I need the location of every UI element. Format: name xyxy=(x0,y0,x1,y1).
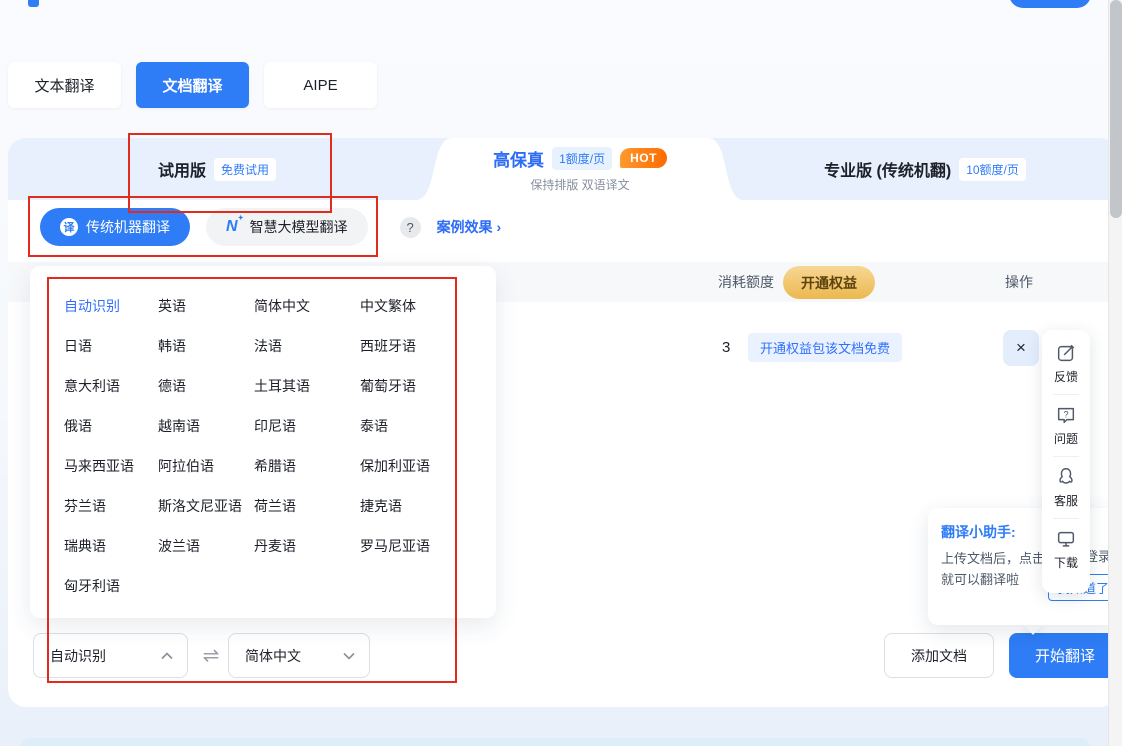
benefit-note-badge[interactable]: 开通权益包该文档免费 xyxy=(748,333,902,362)
language-option[interactable]: 俄语 xyxy=(64,416,158,436)
remove-doc-button[interactable]: × xyxy=(1003,330,1039,366)
language-option[interactable]: 印尼语 xyxy=(254,416,360,436)
language-option[interactable]: 阿拉伯语 xyxy=(158,456,254,476)
language-option[interactable]: 葡萄牙语 xyxy=(360,376,496,396)
ai-model-mt-label: 智慧大模型翻译 xyxy=(250,217,348,237)
toolbar-divider xyxy=(1053,518,1079,519)
page-scrollbar[interactable] xyxy=(1108,0,1122,746)
tooltip-title: 翻译小助手: xyxy=(941,522,1118,542)
doc-credits-value: 3 xyxy=(722,339,730,356)
language-option[interactable]: 英语 xyxy=(158,296,254,316)
next-section-strip xyxy=(20,738,1090,746)
feedback-label: 反馈 xyxy=(1054,368,1078,385)
help-icon[interactable]: ? xyxy=(400,217,421,238)
traditional-mt-label: 传统机器翻译 xyxy=(86,217,170,237)
customer-service-icon xyxy=(1055,466,1077,488)
feedback-button[interactable]: 反馈 xyxy=(1054,342,1078,385)
language-option[interactable]: 瑞典语 xyxy=(64,536,158,556)
plan-tab-trial[interactable]: 试用版 免费试用 xyxy=(8,138,426,200)
consume-quota-header: 消耗额度 xyxy=(718,272,774,292)
language-option[interactable]: 罗马尼亚语 xyxy=(360,536,496,556)
floating-toolbar: 反馈 ? 问题 客服 下载 xyxy=(1042,330,1090,593)
traditional-mt-button[interactable]: 译 传统机器翻译 xyxy=(40,208,190,246)
download-client-icon xyxy=(1055,528,1077,550)
customer-service-label: 客服 xyxy=(1054,492,1078,509)
language-option[interactable]: 简体中文 xyxy=(254,296,360,316)
language-option[interactable]: 希腊语 xyxy=(254,456,360,476)
toolbar-divider xyxy=(1053,456,1079,457)
language-option[interactable]: 法语 xyxy=(254,336,360,356)
swap-languages-icon[interactable]: ⇌ xyxy=(197,633,225,678)
trial-title: 试用版 xyxy=(158,157,206,181)
language-option[interactable]: 意大利语 xyxy=(64,376,158,396)
question-bubble-icon: ? xyxy=(1055,404,1077,426)
chevron-down-icon xyxy=(343,652,355,660)
ai-model-mt-button[interactable]: N 智慧大模型翻译 xyxy=(206,208,368,246)
trial-free-badge: 免费试用 xyxy=(214,158,276,181)
hifi-price-badge: 1额度/页 xyxy=(552,147,612,170)
language-option[interactable]: 中文繁体 xyxy=(360,296,496,316)
topright-button-fragment[interactable] xyxy=(1009,0,1091,8)
language-option[interactable]: 土耳其语 xyxy=(254,376,360,396)
language-option[interactable]: 日语 xyxy=(64,336,158,356)
app-screen: 文本翻译 文档翻译 AIPE 试用版 免费试用 高保真 1额度/页 HOT 保持… xyxy=(0,0,1122,746)
language-option[interactable]: 荷兰语 xyxy=(254,496,360,516)
language-option[interactable]: 丹麦语 xyxy=(254,536,360,556)
pro-price-badge: 10额度/页 xyxy=(959,158,1026,181)
start-translate-button[interactable]: 开始翻译 xyxy=(1009,633,1121,678)
language-option[interactable]: 匈牙利语 xyxy=(64,576,158,596)
language-option[interactable]: 西班牙语 xyxy=(360,336,496,356)
hot-badge: HOT xyxy=(620,148,667,168)
tab-aipe[interactable]: AIPE xyxy=(264,62,377,108)
tab-doc-translate[interactable]: 文档翻译 xyxy=(136,62,249,108)
logo-fragment xyxy=(28,0,39,7)
plan-tab-pro[interactable]: 专业版 (传统机翻) 10额度/页 xyxy=(750,138,1100,200)
language-option[interactable]: 马来西亚语 xyxy=(64,456,158,476)
feedback-edit-icon xyxy=(1055,342,1077,364)
hifi-subtitle: 保持排版 双语译文 xyxy=(530,176,629,193)
mode-tabs: 文本翻译 文档翻译 AIPE xyxy=(8,62,377,108)
language-option[interactable]: 保加利亚语 xyxy=(360,456,496,476)
pro-title: 专业版 (传统机翻) xyxy=(824,157,951,181)
customer-service-button[interactable]: 客服 xyxy=(1054,466,1078,509)
language-option[interactable]: 自动识别 xyxy=(64,296,158,316)
engine-toggle-row: 译 传统机器翻译 N 智慧大模型翻译 ? 案例效果 › xyxy=(40,208,501,246)
question-label: 问题 xyxy=(1054,430,1078,447)
open-benefit-button[interactable]: 开通权益 xyxy=(783,266,875,299)
language-option[interactable]: 芬兰语 xyxy=(64,496,158,516)
source-language-value: 自动识别 xyxy=(50,646,106,666)
scrollbar-thumb[interactable] xyxy=(1110,0,1122,218)
target-language-select[interactable]: 简体中文 xyxy=(228,633,370,678)
language-option[interactable]: 捷克语 xyxy=(360,496,496,516)
chevron-up-icon xyxy=(161,652,173,660)
language-dropdown: 自动识别英语简体中文中文繁体日语韩语法语西班牙语意大利语德语土耳其语葡萄牙语俄语… xyxy=(30,266,496,618)
ai-model-icon: N xyxy=(226,218,242,236)
plan-tab-hifi[interactable]: 高保真 1额度/页 HOT 保持排版 双语译文 xyxy=(410,138,750,200)
language-option[interactable]: 斯洛文尼亚语 xyxy=(158,496,254,516)
toolbar-divider xyxy=(1053,394,1079,395)
question-button[interactable]: ? 问题 xyxy=(1054,404,1078,447)
translate-circle-icon: 译 xyxy=(60,218,78,236)
download-label: 下载 xyxy=(1054,554,1078,571)
language-option[interactable]: 德语 xyxy=(158,376,254,396)
language-grid: 自动识别英语简体中文中文繁体日语韩语法语西班牙语意大利语德语土耳其语葡萄牙语俄语… xyxy=(30,266,496,606)
language-option[interactable]: 波兰语 xyxy=(158,536,254,556)
tab-text-translate[interactable]: 文本翻译 xyxy=(8,62,121,108)
language-option[interactable]: 韩语 xyxy=(158,336,254,356)
target-language-value: 简体中文 xyxy=(245,646,301,666)
language-option[interactable]: 越南语 xyxy=(158,416,254,436)
svg-text:?: ? xyxy=(1063,409,1068,419)
language-option[interactable]: 泰语 xyxy=(360,416,496,436)
case-effect-link[interactable]: 案例效果 › xyxy=(437,217,502,237)
hifi-title: 高保真 xyxy=(493,146,544,171)
add-document-button[interactable]: 添加文档 xyxy=(884,633,994,678)
download-button[interactable]: 下载 xyxy=(1054,528,1078,571)
source-language-select[interactable]: 自动识别 xyxy=(33,633,188,678)
action-header: 操作 xyxy=(1005,272,1033,292)
